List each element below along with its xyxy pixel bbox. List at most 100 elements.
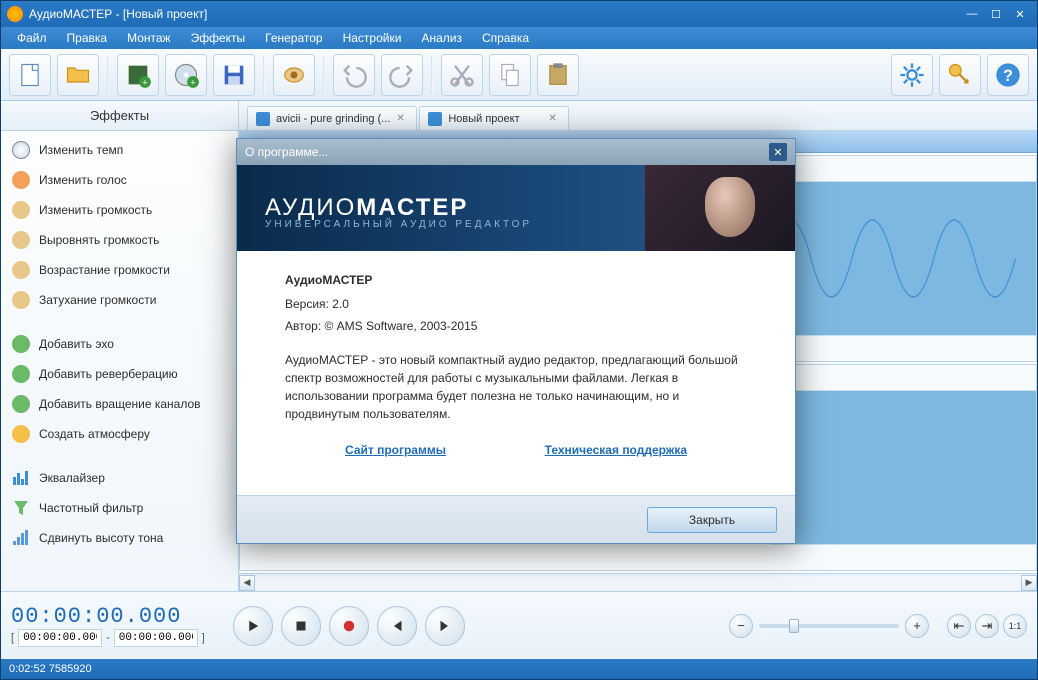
play-button[interactable]	[233, 606, 273, 646]
app-icon	[7, 6, 23, 22]
paste-button[interactable]	[537, 54, 579, 96]
titlebar: АудиоМАСТЕР - [Новый проект] — ☐ ✕	[1, 1, 1037, 27]
copy-button[interactable]	[489, 54, 531, 96]
cut-button[interactable]	[441, 54, 483, 96]
menu-montage[interactable]: Монтаж	[119, 29, 179, 47]
open-file-button[interactable]	[57, 54, 99, 96]
menu-analysis[interactable]: Анализ	[413, 29, 470, 47]
sidebar-item-pitch[interactable]: Сдвинуть высоту тона	[1, 523, 238, 553]
audio-file-icon	[256, 112, 270, 126]
maximize-button[interactable]: ☐	[985, 5, 1007, 23]
record-button[interactable]	[329, 606, 369, 646]
dialog-title: О программе...	[245, 145, 328, 159]
rotate-icon	[11, 394, 31, 414]
dialog-body: АудиоМАСТЕР Версия: 2.0 Автор: © AMS Sof…	[237, 251, 795, 495]
support-link[interactable]: Техническая поддержка	[545, 443, 687, 457]
sidebar-item-echo[interactable]: Добавить эхо	[1, 329, 238, 359]
audio-file-icon	[428, 112, 442, 126]
banner-title: АУДИОМАСТЕР	[265, 194, 468, 222]
settings-button[interactable]	[891, 54, 933, 96]
svg-text:?: ?	[1003, 66, 1013, 84]
sidebar-list: Изменить темп Изменить голос Изменить гр…	[1, 131, 238, 591]
sidebar-item-volume[interactable]: Изменить громкость	[1, 195, 238, 225]
sidebar-item-fadeout[interactable]: Затухание громкости	[1, 285, 238, 315]
transport-controls	[233, 606, 465, 646]
dialog-titlebar: О программе... ✕	[237, 139, 795, 165]
save-button[interactable]	[213, 54, 255, 96]
scroll-left-button[interactable]: ◀	[239, 575, 255, 591]
range-end-input[interactable]	[114, 629, 198, 647]
menu-generator[interactable]: Генератор	[257, 29, 330, 47]
skip-forward-button[interactable]	[425, 606, 465, 646]
sidebar-item-fadein[interactable]: Возрастание громкости	[1, 255, 238, 285]
zoom-thumb[interactable]	[789, 619, 799, 633]
menu-edit[interactable]: Правка	[59, 29, 116, 47]
menu-effects[interactable]: Эффекты	[183, 29, 254, 47]
selection-range: [ - ]	[11, 629, 221, 647]
dialog-close-btn[interactable]: Закрыть	[647, 507, 777, 533]
help-button[interactable]: ?	[987, 54, 1029, 96]
echo-icon	[11, 334, 31, 354]
time-display: 00:00:00.000 [ - ]	[11, 604, 221, 647]
speaker-down-icon	[11, 290, 31, 310]
svg-text:+: +	[190, 77, 195, 87]
dialog-links: Сайт программы Техническая поддержка	[285, 443, 747, 457]
menubar: Файл Правка Монтаж Эффекты Генератор Нас…	[1, 27, 1037, 49]
tab-close-icon[interactable]: ✕	[548, 113, 560, 125]
open-cd-button[interactable]: +	[165, 54, 207, 96]
tab-file-1[interactable]: avicii - pure grinding (... ✕	[247, 106, 417, 130]
banner-subtitle: УНИВЕРСАЛЬНЫЙ АУДИО РЕДАКТОР	[265, 219, 532, 230]
fit-right-button[interactable]: ⇥	[975, 614, 999, 638]
skip-back-button[interactable]	[377, 606, 417, 646]
zoom-in-button[interactable]: +	[905, 614, 929, 638]
statusbar: 0:02:52 7585920	[1, 659, 1037, 679]
sidebar-item-filter[interactable]: Частотный фильтр	[1, 493, 238, 523]
dialog-close-button[interactable]: ✕	[769, 143, 787, 161]
menu-settings[interactable]: Настройки	[335, 29, 410, 47]
undo-button[interactable]	[333, 54, 375, 96]
fit-left-button[interactable]: ⇤	[947, 614, 971, 638]
scroll-right-button[interactable]: ▶	[1021, 575, 1037, 591]
sidebar-item-voice[interactable]: Изменить голос	[1, 165, 238, 195]
status-text: 0:02:52 7585920	[9, 663, 92, 675]
key-button[interactable]	[939, 54, 981, 96]
tab-file-2[interactable]: Новый проект ✕	[419, 106, 569, 130]
effects-sidebar: Эффекты Изменить темп Изменить голос Изм…	[1, 101, 239, 591]
tab-close-icon[interactable]: ✕	[396, 113, 408, 125]
sidebar-item-tempo[interactable]: Изменить темп	[1, 135, 238, 165]
dialog-footer: Закрыть	[237, 495, 795, 543]
window-controls: — ☐ ✕	[961, 5, 1031, 23]
close-button[interactable]: ✕	[1009, 5, 1031, 23]
funnel-icon	[11, 498, 31, 518]
product-version: Версия: 2.0	[285, 297, 747, 311]
reverb-icon	[11, 364, 31, 384]
stop-button[interactable]	[281, 606, 321, 646]
tab-bar: avicii - pure grinding (... ✕ Новый прое…	[239, 101, 1037, 131]
range-start-input[interactable]	[18, 629, 102, 647]
zoom-slider[interactable]	[759, 624, 899, 628]
sidebar-item-normalize[interactable]: Выровнять громкость	[1, 225, 238, 255]
new-file-button[interactable]	[9, 54, 51, 96]
speaker-level-icon	[11, 230, 31, 250]
person-icon	[11, 170, 31, 190]
transport-panel: 00:00:00.000 [ - ] − + ⇤ ⇥ 1:1	[1, 591, 1037, 659]
open-video-button[interactable]: +	[117, 54, 159, 96]
zoom-out-button[interactable]: −	[729, 614, 753, 638]
redo-button[interactable]	[381, 54, 423, 96]
product-name: АудиоМАСТЕР	[285, 273, 747, 287]
menu-help[interactable]: Справка	[474, 29, 537, 47]
sidebar-item-atmosphere[interactable]: Создать атмосферу	[1, 419, 238, 449]
sidebar-item-reverb[interactable]: Добавить реверберацию	[1, 359, 238, 389]
minimize-button[interactable]: —	[961, 5, 983, 23]
product-description: АудиоМАСТЕР - это новый компактный аудио…	[285, 351, 747, 423]
sidebar-item-rotate[interactable]: Добавить вращение каналов	[1, 389, 238, 419]
horizontal-scrollbar[interactable]: ◀ ▶	[239, 573, 1037, 591]
scroll-track[interactable]	[255, 576, 1021, 590]
record-audio-button[interactable]	[273, 54, 315, 96]
zoom-11-button[interactable]: 1:1	[1003, 614, 1027, 638]
website-link[interactable]: Сайт программы	[345, 443, 446, 457]
atmosphere-icon	[11, 424, 31, 444]
equalizer-icon	[11, 468, 31, 488]
menu-file[interactable]: Файл	[9, 29, 55, 47]
sidebar-item-equalizer[interactable]: Эквалайзер	[1, 463, 238, 493]
